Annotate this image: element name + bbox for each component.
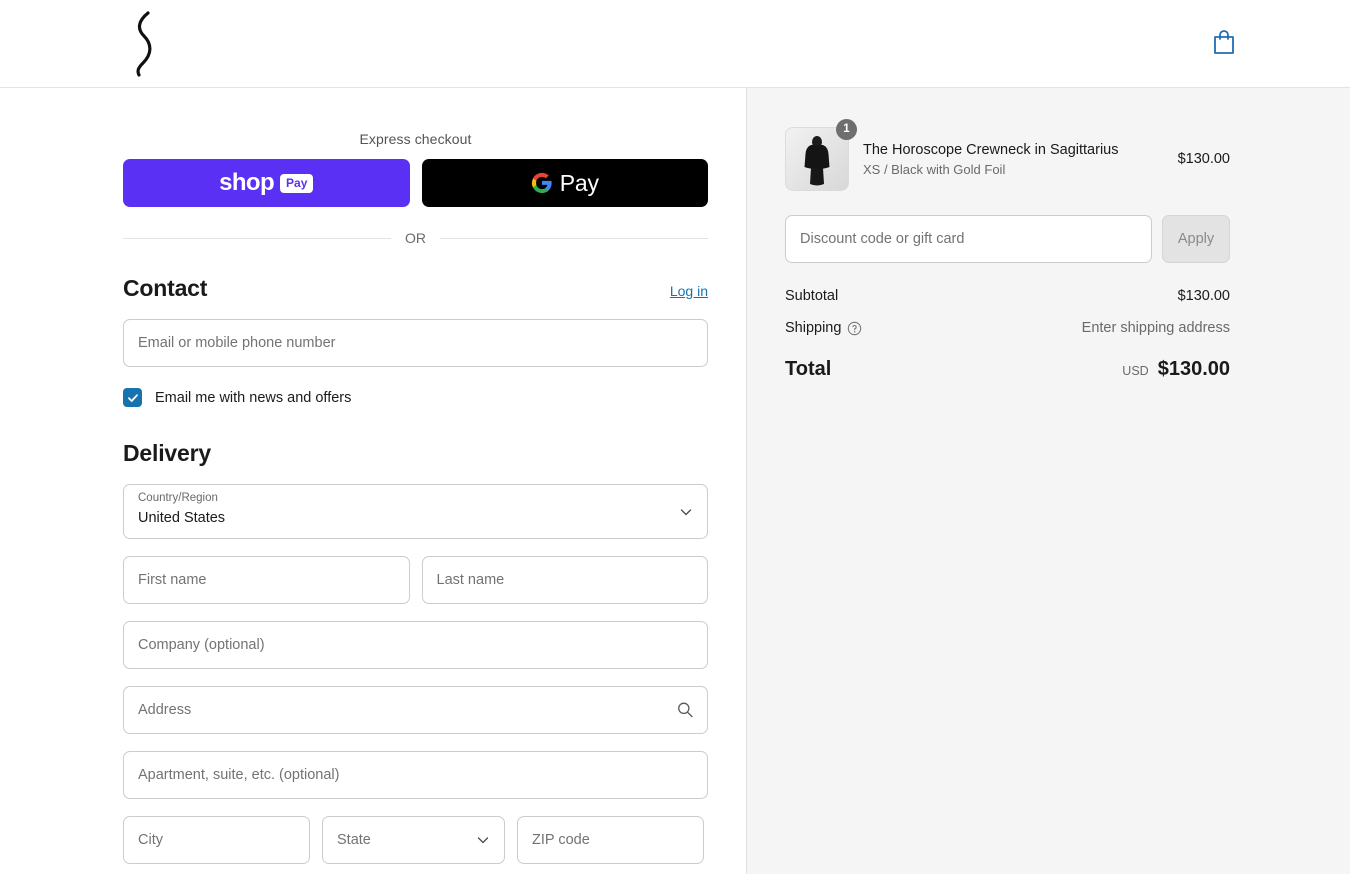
discount-field[interactable] (785, 215, 1152, 263)
divider-line-left (123, 238, 391, 239)
google-g-icon (531, 172, 553, 194)
shop-pay-badge: Pay (280, 174, 313, 193)
zip-code-input[interactable] (518, 817, 703, 863)
country-region-label: Country/Region (138, 492, 218, 504)
subtotal-row: Subtotal $130.00 (785, 288, 1230, 304)
apply-discount-button[interactable]: Apply (1162, 215, 1230, 263)
apartment-input[interactable] (124, 752, 707, 798)
shopping-bag-icon[interactable] (1211, 28, 1237, 56)
email-input[interactable] (124, 320, 707, 366)
subtotal-value: $130.00 (1178, 288, 1230, 304)
city-input[interactable] (124, 817, 309, 863)
address-field[interactable] (123, 686, 708, 734)
product-title: The Horoscope Crewneck in Sagittarius (863, 141, 1178, 160)
state-select[interactable]: State (322, 816, 505, 864)
first-name-field[interactable] (123, 556, 410, 604)
product-variant: XS / Black with Gold Foil (863, 162, 1178, 177)
shop-pay-wordmark: shop (219, 171, 274, 195)
company-input[interactable] (124, 622, 707, 668)
log-in-link[interactable]: Log in (670, 283, 708, 299)
chevron-down-icon (679, 505, 693, 519)
express-checkout-title: Express checkout (123, 88, 708, 147)
newsletter-label: Email me with news and offers (155, 390, 351, 406)
divider-label: OR (405, 230, 426, 246)
site-header (0, 0, 1350, 88)
name-row (123, 539, 708, 604)
zip-code-field[interactable] (517, 816, 704, 864)
newsletter-checkbox[interactable] (123, 388, 142, 407)
delivery-title: Delivery (123, 440, 708, 467)
order-line-item: 1 The Horoscope Crewneck in Sagittarius … (785, 127, 1230, 191)
or-divider: OR (123, 230, 708, 246)
brand-squiggle-logo[interactable] (124, 8, 184, 80)
grand-total-row: Total USD $130.00 (785, 358, 1230, 381)
chevron-down-icon (476, 833, 490, 847)
question-circle-icon[interactable] (847, 321, 862, 336)
city-field[interactable] (123, 816, 310, 864)
checkmark-icon (127, 392, 139, 404)
brand-squiggle-icon (124, 11, 164, 77)
quantity-badge: 1 (836, 119, 857, 140)
express-checkout-buttons: shop Pay Pay (123, 159, 708, 207)
shipping-row: Shipping Enter shipping address (785, 320, 1230, 336)
country-region-value: United States (138, 510, 225, 526)
apartment-field[interactable] (123, 751, 708, 799)
divider-line-right (440, 238, 708, 239)
country-region-select[interactable]: Country/Region United States (123, 484, 708, 539)
total-amount-group: USD $130.00 (1122, 358, 1230, 381)
first-name-input[interactable] (124, 557, 409, 603)
contact-title: Contact (123, 275, 207, 302)
last-name-field[interactable] (422, 556, 709, 604)
email-field[interactable] (123, 319, 708, 367)
discount-input[interactable] (786, 216, 1151, 262)
shop-pay-button[interactable]: shop Pay (123, 159, 410, 207)
newsletter-checkbox-row[interactable]: Email me with news and offers (123, 388, 708, 407)
google-pay-button[interactable]: Pay (422, 159, 709, 207)
total-label: Total (785, 358, 831, 381)
shipping-label: Shipping (785, 320, 841, 336)
totals-list: Subtotal $130.00 Shipping Enter shipping… (785, 288, 1230, 381)
city-state-zip-row: State (123, 799, 708, 864)
total-amount: $130.00 (1158, 358, 1230, 381)
product-price: $130.00 (1178, 151, 1230, 167)
state-placeholder-label: State (337, 832, 371, 848)
contact-section-header: Contact Log in (123, 275, 708, 302)
last-name-input[interactable] (423, 557, 708, 603)
google-pay-wordmark: Pay (560, 170, 599, 197)
shopping-bag-glyph (1211, 28, 1237, 56)
address-input[interactable] (124, 687, 707, 733)
product-thumbnail-wrap: 1 (785, 127, 849, 191)
shipping-value: Enter shipping address (1082, 320, 1230, 336)
checkout-page: Express checkout shop Pay Pay (0, 0, 1350, 874)
subtotal-label: Subtotal (785, 288, 838, 304)
search-icon[interactable] (676, 701, 694, 719)
checkout-form-panel: Express checkout shop Pay Pay (0, 88, 746, 874)
shipping-label-group: Shipping (785, 320, 862, 336)
order-summary-panel: 1 The Horoscope Crewneck in Sagittarius … (746, 88, 1350, 874)
company-field[interactable] (123, 621, 708, 669)
total-currency: USD (1122, 364, 1148, 378)
order-item-info: The Horoscope Crewneck in Sagittarius XS… (863, 141, 1178, 178)
discount-row: Apply (785, 215, 1230, 263)
